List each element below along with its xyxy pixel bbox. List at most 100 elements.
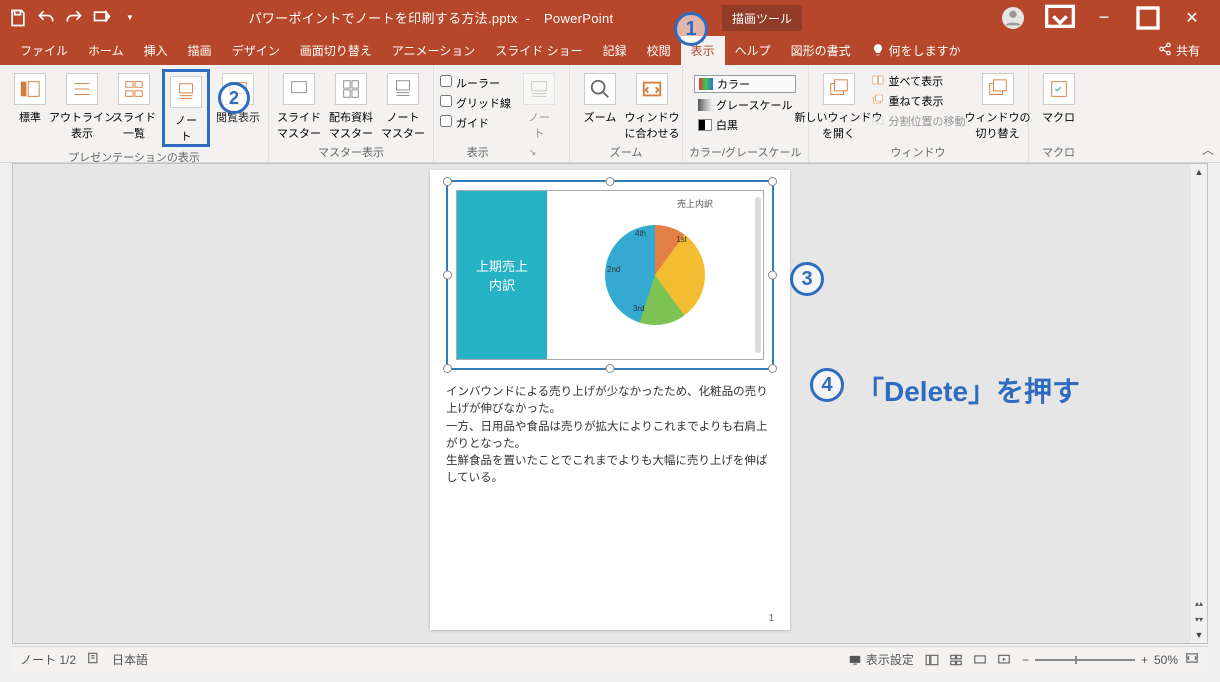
minimize-icon[interactable]: − (1084, 4, 1124, 32)
next-page-icon[interactable]: ▾▾ (1193, 611, 1205, 627)
scroll-up-icon[interactable]: ▲ (1191, 164, 1207, 180)
zoom-button[interactable]: ズーム (576, 69, 624, 125)
tab-review[interactable]: 校閲 (637, 36, 681, 65)
page-indicator[interactable]: ノート 1/2 (20, 651, 76, 668)
spellcheck-icon[interactable] (86, 651, 102, 668)
user-avatar-icon[interactable] (1002, 7, 1024, 29)
reading-view-shortcut-icon[interactable] (972, 653, 988, 667)
arrange-all-button[interactable]: 並べて表示 (867, 73, 970, 89)
title-bar: ▼ パワーポイントでノートを印刷する方法.pptx - PowerPoint 描… (0, 0, 1220, 35)
move-split-button: 分割位置の移動 (867, 113, 970, 129)
close-icon[interactable]: ✕ (1172, 4, 1212, 32)
notes-pane-button[interactable]: ノー ト (515, 69, 563, 141)
notes-body-text[interactable]: インバウンドによる売り上げが少なかったため、化粧品の売り上げが伸びなかった。 一… (446, 384, 774, 488)
slideshow-shortcut-icon[interactable] (996, 653, 1012, 667)
display-settings-button[interactable]: 表示設定 (847, 651, 914, 668)
sorter-view-shortcut-icon[interactable] (948, 653, 964, 667)
scroll-down-icon[interactable]: ▼ (1191, 627, 1207, 643)
resize-handle[interactable] (443, 364, 452, 373)
tab-design[interactable]: デザイン (222, 36, 290, 65)
tell-me-search[interactable]: 何をしますか (871, 42, 961, 59)
language-indicator[interactable]: 日本語 (112, 651, 148, 668)
bw-swatch-icon (698, 119, 712, 131)
tab-home[interactable]: ホーム (78, 36, 134, 65)
tab-insert[interactable]: 挿入 (134, 36, 178, 65)
outline-view-icon (66, 73, 98, 105)
switch-windows-icon (982, 73, 1014, 105)
handout-master-icon (335, 73, 367, 105)
resize-handle[interactable] (443, 271, 452, 280)
pie-chart-graphic: 1st 2nd 3rd 4th (605, 225, 705, 325)
slide-master-icon (283, 73, 315, 105)
cascade-button[interactable]: 重ねて表示 (867, 93, 970, 109)
redo-icon[interactable] (64, 8, 84, 28)
qat-dropdown-icon[interactable]: ▼ (120, 8, 140, 28)
view-outline-button[interactable]: アウトライン 表示 (58, 69, 106, 141)
macros-button[interactable]: マクロ (1035, 69, 1083, 125)
resize-handle[interactable] (606, 364, 615, 373)
new-window-button[interactable]: 新しいウィンドウ を開く (815, 69, 863, 141)
slide-title-box: 上期売上内訳 (457, 191, 547, 359)
color-mode-button[interactable]: カラー (694, 75, 796, 93)
gridlines-checkbox[interactable]: グリッド線 (440, 95, 511, 111)
maximize-icon[interactable] (1128, 4, 1168, 32)
split-icon (871, 114, 885, 129)
fit-to-window-button[interactable]: ウィンドウ に合わせる (628, 69, 676, 141)
dialog-launcher-icon[interactable]: ↘ (529, 147, 537, 158)
bw-mode-button[interactable]: 白黒 (694, 117, 796, 133)
resize-handle[interactable] (443, 177, 452, 186)
start-from-beginning-icon[interactable] (92, 8, 112, 28)
notes-page-icon (170, 76, 202, 108)
sorter-view-icon (118, 73, 150, 105)
macros-icon (1043, 73, 1075, 105)
tab-slideshow[interactable]: スライド ショー (485, 36, 592, 65)
ribbon-tabs: ファイル ホーム 挿入 描画 デザイン 画面切り替え アニメーション スライド … (0, 35, 1220, 65)
zoom-percentage[interactable]: 50% (1154, 653, 1178, 667)
handout-master-button[interactable]: 配布資料 マスター (327, 69, 375, 141)
cascade-icon (871, 94, 885, 109)
tab-file[interactable]: ファイル (10, 36, 78, 65)
tab-shape-format[interactable]: 図形の書式 (781, 36, 861, 65)
tab-help[interactable]: ヘルプ (725, 36, 781, 65)
grayscale-mode-button[interactable]: グレースケール (694, 97, 796, 113)
new-window-icon (823, 73, 855, 105)
normal-view-shortcut-icon[interactable] (924, 653, 940, 667)
undo-icon[interactable] (36, 8, 56, 28)
collapse-ribbon-icon[interactable]: ︿ (1202, 141, 1214, 158)
view-normal-button[interactable]: 標準 (6, 69, 54, 125)
view-shortcut-buttons (924, 653, 1012, 667)
zoom-icon (584, 73, 616, 105)
ribbon-display-options-icon[interactable] (1040, 4, 1080, 32)
resize-handle[interactable] (768, 177, 777, 186)
tab-animations[interactable]: アニメーション (382, 36, 486, 65)
tab-transitions[interactable]: 画面切り替え (290, 36, 382, 65)
slide-master-button[interactable]: スライド マスター (275, 69, 323, 141)
tab-record[interactable]: 記録 (593, 36, 637, 65)
prev-page-icon[interactable]: ▴▴ (1193, 595, 1205, 611)
page-number: 1 (768, 613, 774, 624)
group-show: ルーラー グリッド線 ガイド ノー ト 表示↘ (434, 65, 570, 162)
tab-draw[interactable]: 描画 (178, 36, 222, 65)
switch-windows-button[interactable]: ウィンドウの 切り替え (974, 69, 1022, 141)
save-icon[interactable] (8, 8, 28, 28)
window-controls: − ✕ (1002, 4, 1212, 32)
notes-master-button[interactable]: ノート マスター (379, 69, 427, 141)
view-notes-page-button[interactable]: ノー ト (162, 69, 210, 147)
vertical-scrollbar[interactable]: ▲ ▴▴▾▾ ▼ (1191, 164, 1207, 643)
zoom-slider[interactable]: − + 50% (1022, 651, 1200, 668)
zoom-in-icon[interactable]: + (1141, 653, 1148, 667)
annotation-4: 4 (810, 368, 844, 402)
resize-handle[interactable] (768, 364, 777, 373)
fit-to-window-icon[interactable] (1184, 651, 1200, 668)
status-bar: ノート 1/2 日本語 表示設定 − + 50% (12, 646, 1208, 672)
zoom-out-icon[interactable]: − (1022, 653, 1029, 667)
view-slide-sorter-button[interactable]: スライド 一覧 (110, 69, 158, 141)
resize-handle[interactable] (768, 271, 777, 280)
notes-page-canvas[interactable]: 上期売上内訳 売上内訳 1st 2nd 3rd 4th インバウンドによる売り上… (430, 170, 790, 630)
ruler-checkbox[interactable]: ルーラー (440, 75, 511, 91)
ribbon: 標準 アウトライン 表示 スライド 一覧 ノー ト 閲覧表示 プレゼンテーション… (0, 65, 1220, 163)
slide-thumbnail-placeholder[interactable]: 上期売上内訳 売上内訳 1st 2nd 3rd 4th (446, 180, 774, 370)
resize-handle[interactable] (606, 177, 615, 186)
share-button[interactable]: 共有 (1158, 42, 1210, 59)
guides-checkbox[interactable]: ガイド (440, 115, 511, 131)
